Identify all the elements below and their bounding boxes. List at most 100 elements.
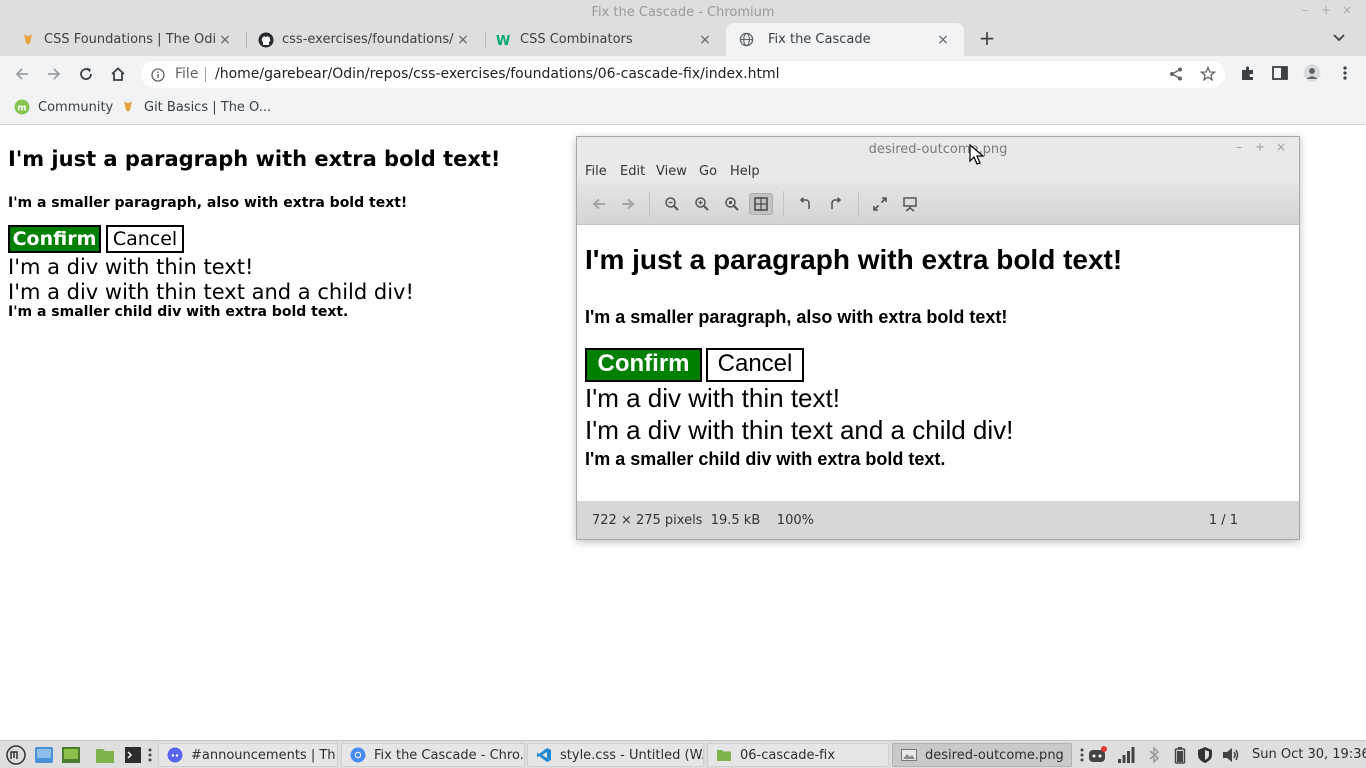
menu-help[interactable]: Help (730, 164, 760, 179)
desktop-icon[interactable] (61, 745, 81, 765)
volume-icon[interactable] (1221, 745, 1241, 765)
url-scheme-label: File (175, 66, 199, 82)
url-text[interactable]: /home/garebear/Odin/repos/css-exercises/… (215, 66, 780, 82)
taskbar-window-vscode[interactable]: style.css - Untitled (W... (527, 743, 704, 767)
back-arrow-icon[interactable] (10, 62, 34, 86)
image-info: 722 × 275 pixels 19.5 kB 100% (592, 513, 814, 528)
confirm-button[interactable]: Confirm (8, 225, 101, 253)
div-thin-text-with-child: I'm a div with thin text and a child div… (8, 280, 414, 304)
menu-view[interactable]: View (656, 164, 687, 179)
taskbar-window-discord[interactable]: #announcements | Th... (158, 743, 338, 767)
tab-label: css-exercises/foundations/06- (282, 32, 454, 47)
close-tab-icon[interactable]: × (934, 32, 952, 48)
image-confirm-button: Confirm (585, 348, 702, 382)
bookmark-community[interactable]: m Community (14, 99, 113, 115)
zoom-out-icon[interactable] (660, 193, 684, 215)
bookmark-git-basics[interactable]: Git Basics | The O... (120, 99, 271, 115)
maximize-icon[interactable]: + (1253, 140, 1267, 154)
close-tab-icon[interactable]: × (696, 32, 714, 48)
chromium-icon (350, 747, 366, 763)
taskbar-window-label: Fix the Cascade - Chro... (374, 747, 525, 763)
taskbar-window-label: #announcements | Th... (191, 747, 338, 763)
bookmark-star-icon[interactable] (1199, 65, 1217, 82)
github-icon (258, 32, 274, 48)
taskbar-window-image-viewer[interactable]: desired-outcome.png (892, 743, 1072, 767)
minimize-icon[interactable]: – (1232, 140, 1246, 154)
paragraph-extra-bold: I'm just a paragraph with extra bold tex… (8, 147, 501, 171)
best-fit-icon[interactable] (749, 193, 773, 215)
image-viewer-icon (901, 747, 917, 763)
shield-icon[interactable] (1195, 745, 1215, 765)
vscode-icon (536, 747, 552, 763)
battery-icon[interactable] (1170, 745, 1190, 765)
next-image-icon[interactable] (616, 193, 640, 215)
rotate-right-icon[interactable] (824, 193, 848, 215)
w3schools-icon: W (496, 32, 512, 48)
reload-icon[interactable] (74, 62, 98, 86)
close-window-icon[interactable]: × (1340, 3, 1354, 17)
taskbar-window-label: 06-cascade-fix (740, 747, 836, 763)
maximize-icon[interactable]: + (1319, 3, 1333, 17)
menu-go[interactable]: Go (699, 164, 717, 179)
globe-icon (738, 32, 754, 48)
previous-image-icon[interactable] (587, 193, 611, 215)
info-icon[interactable] (151, 67, 165, 82)
slideshow-icon[interactable] (898, 193, 922, 215)
files-icon[interactable] (95, 745, 115, 765)
kebab-menu-icon[interactable] (1336, 64, 1354, 82)
extensions-puzzle-icon[interactable] (1239, 64, 1257, 82)
odin-icon (20, 32, 36, 48)
viewer-titlebar[interactable]: desired-outcome.png – + × (577, 137, 1299, 161)
home-icon[interactable] (106, 62, 130, 86)
taskbar-window-folder[interactable]: 06-cascade-fix (707, 743, 889, 767)
new-tab-button[interactable]: + (976, 27, 998, 49)
image-viewer-window: desired-outcome.png – + × File Edit View… (576, 136, 1300, 540)
mint-menu-icon[interactable] (6, 745, 26, 765)
taskbar-window-chromium[interactable]: Fix the Cascade - Chro... (341, 743, 525, 767)
network-signal-icon[interactable] (1116, 745, 1136, 765)
tab-github-css-exercises[interactable]: css-exercises/foundations/06- × (238, 23, 484, 56)
drag-handle-icon (146, 745, 154, 765)
bluetooth-icon[interactable] (1144, 745, 1164, 765)
url-separator (205, 67, 206, 82)
bookmark-label: Community (38, 99, 114, 115)
tab-label: CSS Foundations | The Odin Pr (44, 32, 216, 47)
rotate-left-icon[interactable] (793, 193, 817, 215)
image-page-counter: 1 / 1 (1208, 513, 1238, 528)
tab-odin-css-foundations[interactable]: CSS Foundations | The Odin Pr × (0, 23, 246, 56)
address-bar[interactable]: File /home/garebear/Odin/repos/css-exerc… (141, 61, 1225, 88)
close-window-icon[interactable]: × (1274, 140, 1288, 154)
show-desktop-icon[interactable] (34, 745, 54, 765)
close-tab-icon[interactable]: × (454, 32, 472, 48)
image-paragraph-small-bold: I'm a smaller paragraph, also with extra… (585, 307, 1008, 327)
taskbar-window-label: desired-outcome.png (925, 747, 1064, 763)
terminal-icon[interactable] (123, 745, 143, 765)
side-panel-icon[interactable] (1271, 64, 1289, 82)
tab-search-chevron-icon[interactable] (1330, 28, 1348, 46)
close-tab-icon[interactable]: × (216, 32, 234, 48)
discord-icon (167, 747, 183, 763)
forward-arrow-icon[interactable] (42, 62, 66, 86)
paragraph-small-bold: I'm a smaller paragraph, also with extra… (8, 195, 408, 211)
tab-css-combinators[interactable]: W CSS Combinators × (476, 23, 726, 56)
zoom-normal-icon[interactable] (720, 193, 744, 215)
menu-edit[interactable]: Edit (620, 164, 645, 179)
image-dimensions: 722 × 275 pixels (592, 513, 703, 528)
zoom-in-icon[interactable] (690, 193, 714, 215)
discord-tray-icon[interactable] (1088, 745, 1108, 765)
viewer-menubar: File Edit View Go Help (577, 161, 1299, 183)
menu-file[interactable]: File (585, 164, 607, 179)
mint-icon: m (14, 99, 30, 115)
share-icon[interactable] (1168, 66, 1184, 82)
image-child-div-bold: I'm a smaller child div with extra bold … (585, 449, 946, 469)
tab-fix-the-cascade[interactable]: Fix the Cascade × (726, 23, 964, 56)
fullscreen-icon[interactable] (868, 193, 892, 215)
taskbar-window-label: style.css - Untitled (W... (560, 747, 704, 763)
taskbar-clock[interactable]: Sun Oct 30, 19:36 (1252, 747, 1366, 762)
viewer-title: desired-outcome.png (868, 142, 1008, 157)
folder-icon (716, 747, 732, 763)
minimize-icon[interactable]: – (1298, 3, 1312, 17)
viewer-statusbar: 722 × 275 pixels 19.5 kB 100% 1 / 1 (577, 501, 1299, 539)
cancel-button[interactable]: Cancel (106, 225, 184, 253)
profile-avatar-icon[interactable] (1303, 64, 1321, 82)
